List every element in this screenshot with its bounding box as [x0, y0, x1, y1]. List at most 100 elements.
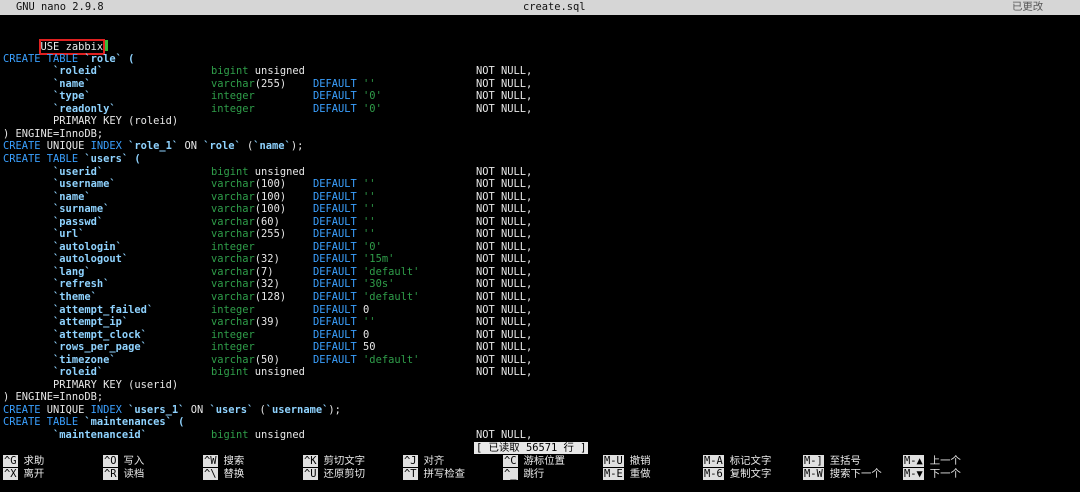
code-token: '': [356, 77, 376, 90]
shortcut-key: M-]: [803, 455, 824, 467]
code-token: DEFAULT '30s': [313, 278, 395, 291]
code-line: `rows_per_page` integer DEFAULT 50 NOT NULL…: [3, 341, 532, 354]
code-token: '15m': [356, 253, 395, 266]
shortcut-item[interactable]: M-] 至括号: [803, 455, 861, 467]
shortcut-item[interactable]: M-▼ 下一个: [903, 467, 961, 480]
code-token: (100): [254, 203, 287, 216]
shortcut-item[interactable]: ^_ 跳行: [503, 467, 544, 480]
shortcut-item[interactable]: M-▲ 上一个: [903, 455, 961, 467]
code-token: integer: [211, 328, 255, 341]
code-line: `readonly` integer DEFAULT '0' NOT NULL,: [3, 103, 532, 116]
shortcut-item[interactable]: M-W 搜索下一个: [803, 467, 882, 480]
shortcut-item[interactable]: ^R 读档: [103, 467, 144, 480]
shortcut-item[interactable]: ^T 拼写检查: [403, 467, 465, 480]
code-token: varchar(100): [211, 190, 287, 203]
code-token: INDEX: [90, 140, 122, 153]
shortcut-item[interactable]: ^J 对齐: [403, 455, 444, 467]
shortcut-item[interactable]: M-6 复制文字: [703, 467, 771, 480]
code-token: DEFAULT 'default': [313, 265, 420, 278]
code-line: `username` varchar(100) DEFAULT '' NOT NULL…: [3, 178, 532, 191]
terminal-window: GNU nano 2.9.8 create.sql 已更改 USE zabbix…: [0, 0, 1080, 492]
code-token: (7): [254, 265, 274, 278]
code-token: varchar(7): [211, 265, 274, 278]
shortcut-item[interactable]: M-U 撤销: [603, 455, 651, 467]
code-token: varchar(39): [211, 316, 280, 329]
code-token: DEFAULT '': [313, 77, 376, 90]
shortcut-label: 求助: [23, 455, 45, 467]
code-token: DEFAULT '': [313, 178, 376, 191]
shortcut-item[interactable]: ^O 写入: [103, 455, 144, 467]
shortcut-item[interactable]: M-A 标记文字: [703, 455, 771, 467]
code-token: (60): [254, 215, 280, 228]
shortcut-item[interactable]: ^X 离开: [3, 467, 44, 480]
code-token: DEFAULT '': [313, 203, 376, 216]
code-token: UNIQUE: [40, 140, 91, 153]
code-token: DEFAULT '': [313, 190, 376, 203]
code-token: integer: [211, 90, 255, 103]
shortcut-label: 搜索: [223, 455, 245, 467]
code-token: `lang`: [3, 265, 91, 278]
shortcut-label: 还原剪切: [323, 467, 366, 480]
code-token: UNIQUE: [40, 403, 91, 416]
code-token: NOT NULL,: [476, 278, 533, 291]
code-token: unsigned: [248, 65, 305, 78]
shortcut-key: M-▲: [903, 455, 924, 467]
code-token: DEFAULT 0: [313, 328, 370, 341]
code-token: NOT NULL,: [476, 215, 533, 228]
code-token: NOT NULL,: [476, 240, 533, 253]
shortcut-item[interactable]: ^C 游标位置: [503, 455, 565, 467]
code-line: `attempt_failed` integer DEFAULT 0 NOT NULL…: [3, 304, 532, 317]
shortcut-label: 重做: [629, 467, 651, 480]
shortcut-item[interactable]: ^\ 替换: [203, 467, 244, 480]
code-token: '': [356, 316, 376, 329]
code-token: DEFAULT '': [313, 316, 376, 329]
shortcut-label: 游标位置: [523, 455, 566, 467]
code-line: `autologout` varchar(32) DEFAULT '15m' NOT …: [3, 253, 532, 266]
nano-title-bar: GNU nano 2.9.8 create.sql 已更改: [0, 0, 1080, 15]
code-line: CREATE TABLE `users` (: [3, 153, 341, 166]
code-token: `refresh`: [3, 278, 110, 291]
code-token: (32): [254, 278, 280, 291]
app-title: GNU nano 2.9.8: [16, 1, 104, 13]
shortcut-item[interactable]: ^W 搜索: [203, 455, 244, 467]
shortcut-item[interactable]: ^G 求助: [3, 455, 44, 467]
code-token: (100): [254, 190, 287, 203]
code-token: `role_1`: [121, 140, 179, 153]
code-token: '0': [356, 240, 382, 253]
code-token: PRIMARY KEY (roleid): [3, 115, 179, 128]
code-line: `refresh` varchar(32) DEFAULT '30s' NOT NUL…: [3, 278, 532, 291]
code-token: `rows_per_page`: [3, 341, 147, 354]
shortcut-key: ^O: [103, 455, 118, 467]
code-token: );: [328, 403, 341, 416]
code-token: `roleid`: [3, 366, 104, 379]
code-token: bigint unsigned: [211, 429, 305, 441]
code-token: unsigned: [248, 366, 305, 379]
code-line: `attempt_ip` varchar(39) DEFAULT '' NOT NUL…: [3, 316, 532, 329]
shortcut-key: ^K: [303, 455, 318, 467]
shortcut-label: 下一个: [929, 467, 961, 480]
code-token: ON: [178, 140, 204, 153]
shortcut-item[interactable]: M-E 重做: [603, 467, 651, 480]
shortcut-item[interactable]: ^U 还原剪切: [303, 467, 366, 480]
shortcut-label: 至括号: [829, 455, 861, 467]
code-token: `url`: [3, 228, 85, 241]
code-token: (255): [254, 77, 287, 90]
shortcut-key: ^R: [103, 467, 118, 480]
code-token: varchar(50): [211, 353, 280, 366]
editor-text-area[interactable]: USE zabbix CREATE TABLE `role` ( `roleid…: [3, 28, 532, 442]
code-token: '0': [356, 102, 382, 115]
code-token: 'default': [356, 290, 420, 303]
code-token: NOT NULL,: [476, 65, 533, 78]
code-token: DEFAULT 'default': [313, 290, 420, 303]
code-token: `maintenanceid`: [3, 429, 147, 441]
code-token: varchar(32): [211, 253, 280, 266]
shortcut-key: ^C: [503, 455, 518, 467]
code-token: DEFAULT '': [313, 228, 376, 241]
code-token: NOT NULL,: [476, 102, 533, 115]
code-token: NOT NULL,: [476, 303, 533, 316]
code-token: `type`: [3, 90, 91, 103]
shortcut-item[interactable]: ^K 剪切文字: [303, 455, 365, 467]
code-token: NOT NULL,: [476, 316, 533, 329]
code-token: bigint unsigned: [211, 165, 305, 178]
shortcut-key: M-W: [803, 467, 824, 480]
